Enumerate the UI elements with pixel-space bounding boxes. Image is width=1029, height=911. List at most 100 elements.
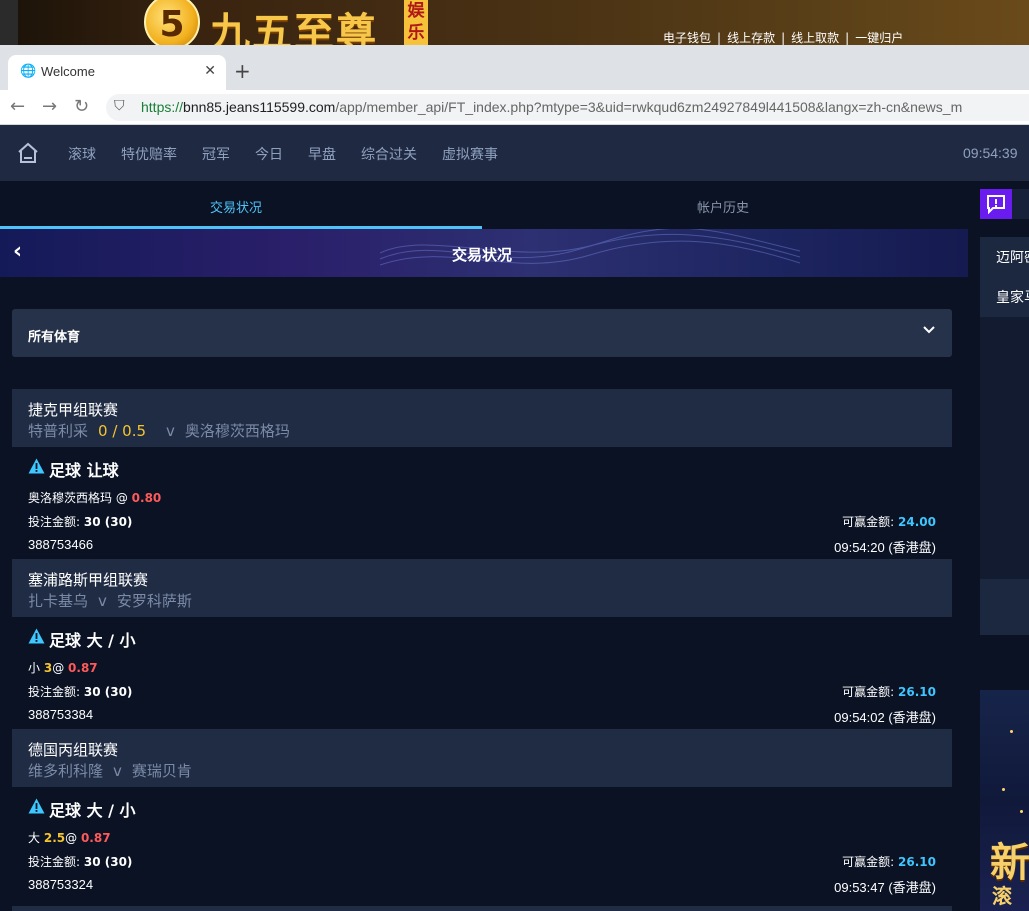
bet-details: 足球 大 / 小 小 3@ 0.87 投注金额: 30 (30) 可赢金额: 2… [12,617,952,729]
right-panel-strip [980,579,1029,635]
page-root: 5 九五至尊 娱乐 电子钱包 | 线上存款 | 线上取款 | 一键归户 🌐 Welcome … [0,0,1029,911]
browser-tab-bar: 🌐 Welcome ✕ + [0,45,1029,90]
promo-subtext: 滚 [992,884,1012,908]
bet-time: 09:53:47 (香港盘) [834,880,936,895]
pick-at: @ [52,661,65,675]
chevron-down-icon [923,326,935,334]
new-tab-button[interactable]: + [234,59,251,83]
match-teams: 特普利采 0 / 0.5 v 奥洛穆茨西格玛 [28,420,290,441]
pick-odds: 0.87 [80,831,111,845]
site-banner: 5 九五至尊 娱乐 电子钱包 | 线上存款 | 线上取款 | 一键归户 [0,0,1029,56]
back-arrow-icon[interactable]: ← [10,96,25,117]
pick-selection: 奥洛穆茨西格玛 [28,491,113,505]
stake-label: 投注金额: [28,515,81,529]
bet-time: 09:54:02 (香港盘) [834,710,936,725]
win-label: 可赢金额: [842,515,895,529]
stake-value: 30 (30) [83,855,133,869]
link-online-deposit[interactable]: 线上存款 [727,29,775,46]
handicap: 0 / 0.5 [98,422,147,440]
url-text[interactable]: https://bnn85.jeans115599.com/app/member… [141,99,962,115]
logo-emblem: 5 [144,0,200,50]
nav-item-today[interactable]: 今日 [255,147,283,163]
app-nav-bar: 滚球 特优赔率 冠军 今日 早盘 综合过关 虚拟赛事 09:54:39 [0,125,1029,181]
right-panel-body [980,317,1029,579]
warning-icon [28,458,45,474]
reload-icon[interactable]: ↻ [74,96,89,117]
bet-time: 09:54:20 (香港盘) [834,540,936,555]
nav-item-champion[interactable]: 冠军 [202,147,230,163]
warning-icon [28,628,45,644]
tab-transaction-status[interactable]: 交易状况 [210,197,262,216]
versus: v [113,762,122,780]
pick-selection: 小 [28,661,41,675]
tab-account-history[interactable]: 帐户历史 [697,197,749,216]
right-match-item[interactable]: 皇家马 [996,287,1029,307]
browser-address-bar: ← → ↻ ⛉ https://bnn85.jeans115599.com/ap… [0,90,1029,125]
bet-type: 足球 大 / 小 [49,801,136,820]
page-title: 交易状况 [451,246,512,264]
home-team: 特普利采 [28,422,89,440]
shield-icon[interactable]: ⛉ [114,98,125,114]
home-icon[interactable] [16,141,40,165]
league-name: 捷克甲组联赛 [28,401,119,419]
stake-amount: 投注金额: 30 (30) [28,513,132,530]
link-one-click-transfer[interactable]: 一键归户 [855,29,903,46]
banner-links: 电子钱包 | 线上存款 | 线上取款 | 一键归户 [663,29,903,46]
url-scheme: https:// [141,99,184,115]
logo-numeral: 5 [159,4,185,45]
match-teams: 扎卡基乌 v 安罗科萨斯 [28,590,192,611]
stake-label: 投注金额: [28,685,81,699]
sport-filter-select[interactable]: 所有体育 [12,309,952,357]
pick-odds: 0.87 [68,661,98,675]
pick-selection: 大 [28,831,41,845]
stake-label: 投注金额: [28,855,81,869]
win-label: 可赢金额: [842,685,895,699]
sparkle [1002,788,1005,791]
link-e-wallet[interactable]: 电子钱包 [663,29,711,46]
warning-icon [28,798,45,814]
potential-win: 可赢金额: 26.10 [842,853,936,870]
bet-details: 足球 大 / 小 大 2.5@ 0.87 投注金额: 30 (30) 可赢金额:… [12,787,952,899]
chat-bar-extension [1012,189,1029,219]
url-host: bnn85.jeans115599.com [183,99,336,115]
nav-item-live[interactable]: 滚球 [68,147,96,163]
sub-tabs: 交易状况 帐户历史 [0,181,968,229]
nav-item-special-odds[interactable]: 特优赔率 [121,147,177,163]
bet-league-header: 德国丙组联赛 维多利科隆 v 赛瑞贝肯 [12,729,952,787]
bet-pick: 大 2.5@ 0.87 [28,829,111,846]
next-league-header [12,906,952,911]
forward-arrow-icon[interactable]: → [42,96,57,117]
close-tab-icon[interactable]: ✕ [204,63,216,79]
win-value: 26.10 [898,855,936,869]
league-name: 塞浦路斯甲组联赛 [28,571,149,589]
banner-left-strip [0,0,18,45]
league-name: 德国丙组联赛 [28,741,119,759]
url-field[interactable]: ⛉ https://bnn85.jeans115599.com/app/memb… [106,94,1029,121]
promo-banner[interactable]: 新 滚 [980,690,1029,911]
nav-item-virtual[interactable]: 虚拟赛事 [442,147,498,163]
potential-win: 可赢金额: 24.00 [842,513,936,530]
pick-line: 2.5 [43,831,66,845]
chat-button[interactable] [980,189,1012,219]
away-team: 安罗科萨斯 [116,592,192,610]
sparkle [1010,730,1013,733]
link-separator: | [717,31,722,45]
nav-item-early[interactable]: 早盘 [308,147,336,163]
logo-tag: 娱乐 [404,0,428,45]
right-match-item[interactable]: 迈阿密 [996,247,1029,267]
versus: v [166,422,175,440]
win-value: 24.00 [898,515,936,529]
globe-icon: 🌐 [20,64,37,79]
away-team: 赛瑞贝肯 [131,762,192,780]
link-online-withdraw[interactable]: 线上取款 [791,29,839,46]
pick-line: 3 [43,661,53,675]
clock: 09:54:39 [963,145,1018,161]
stake-value: 30 (30) [83,685,133,699]
ticket-id: 388753466 [28,537,94,552]
pick-at: @ [65,831,78,845]
right-match-list: 迈阿密 皇家马 [980,237,1029,317]
win-label: 可赢金额: [842,855,895,869]
nav-item-parlay[interactable]: 综合过关 [361,147,417,163]
browser-tab[interactable]: 🌐 Welcome ✕ [8,55,226,90]
home-team: 扎卡基乌 [28,592,89,610]
